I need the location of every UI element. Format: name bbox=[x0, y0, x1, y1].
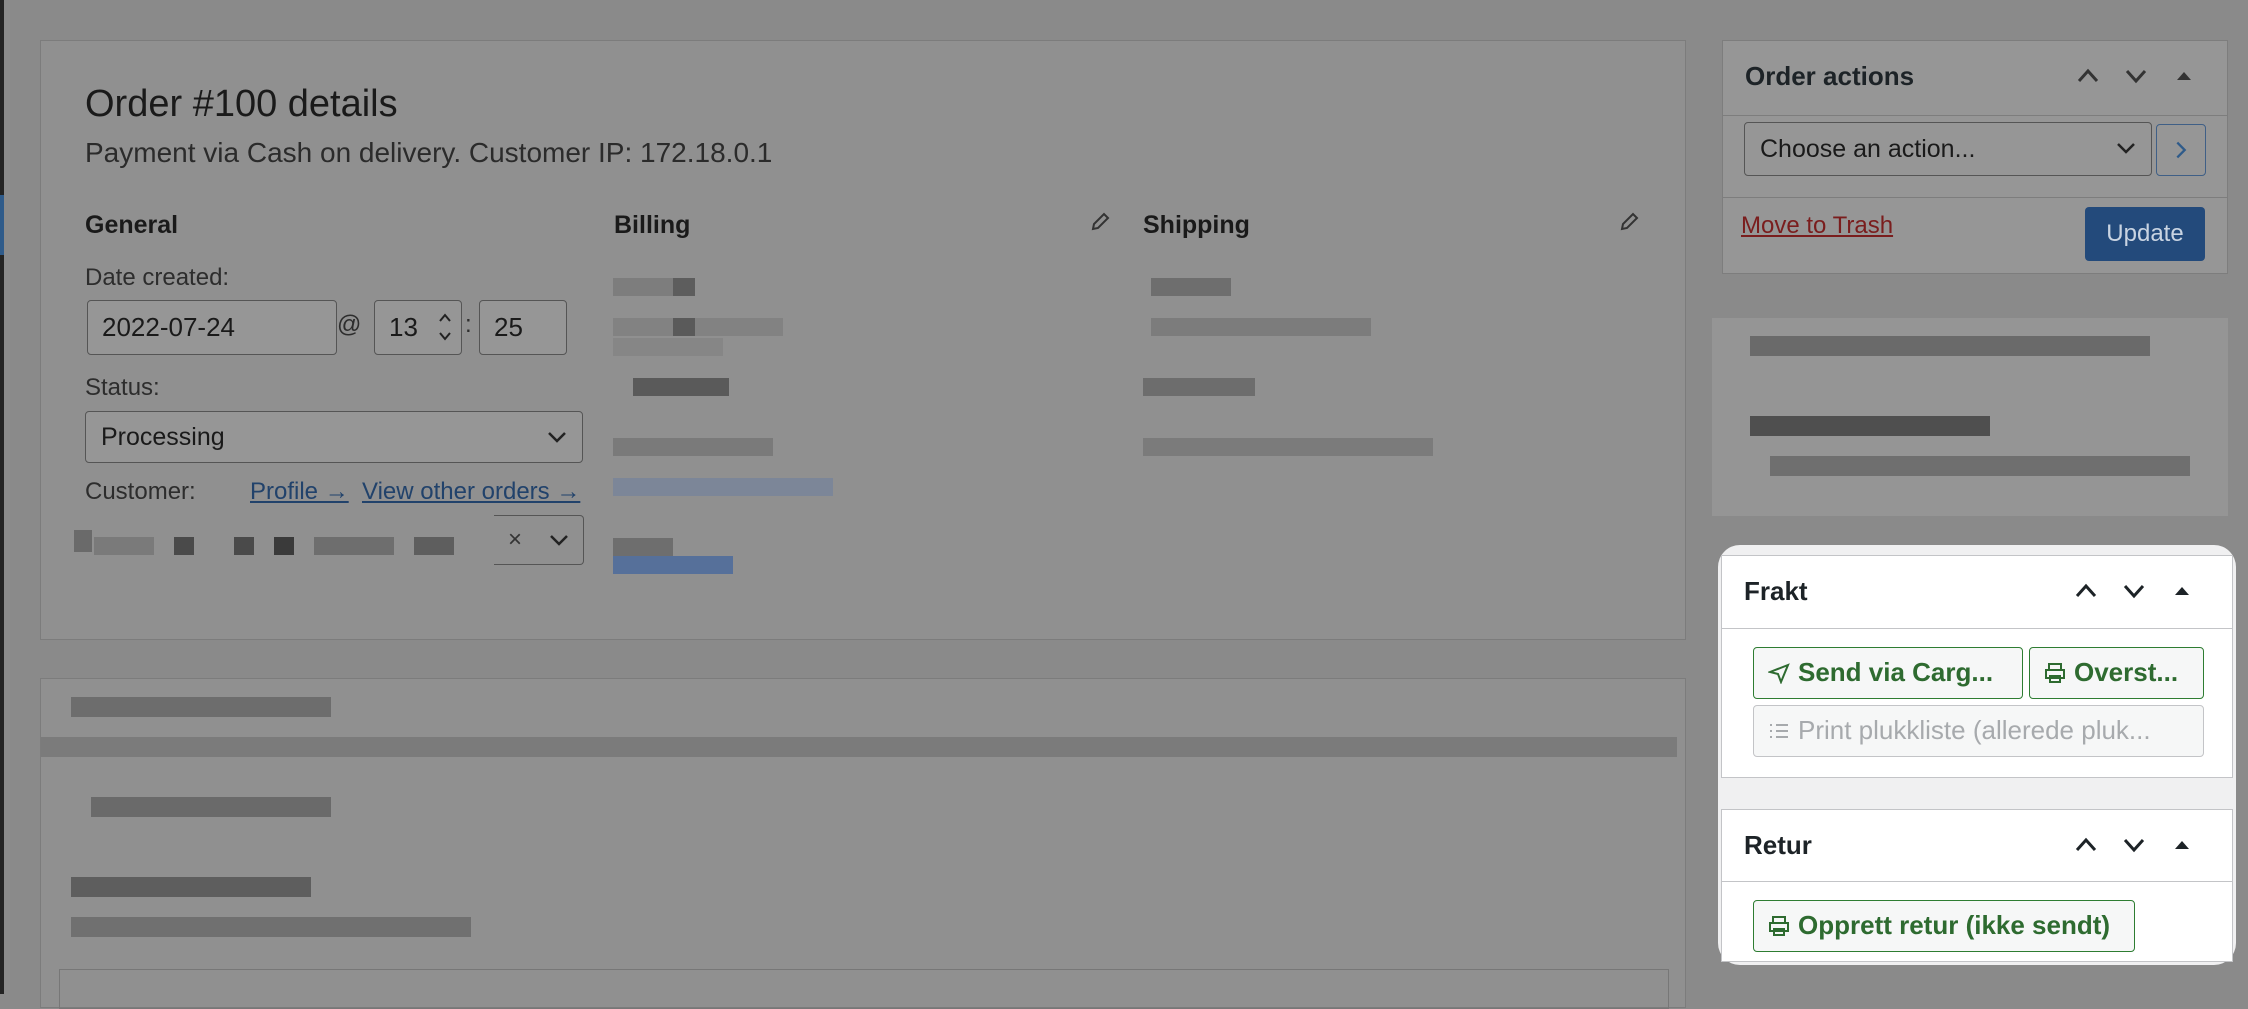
collapse-toggle-icon[interactable] bbox=[2171, 63, 2197, 89]
retur-heading: Retur bbox=[1744, 830, 1812, 860]
side-redacted bbox=[1750, 336, 2150, 356]
apply-action-button[interactable] bbox=[2156, 124, 2206, 176]
items-redacted bbox=[71, 877, 311, 897]
billing-redacted-email bbox=[613, 478, 833, 496]
customer-profile-link[interactable]: Profile → bbox=[250, 478, 349, 506]
redacted-text bbox=[234, 537, 254, 555]
divider bbox=[1723, 115, 2227, 116]
overview-button[interactable]: Overst... bbox=[2029, 647, 2204, 699]
frakt-box: Frakt Send via Carg... Overst... Print p… bbox=[1721, 555, 2233, 778]
order-subtitle: Payment via Cash on delivery. Customer I… bbox=[85, 137, 773, 168]
side-redacted bbox=[1750, 416, 1990, 436]
billing-redacted bbox=[633, 378, 729, 396]
create-return-button[interactable]: Opprett retur (ikke sendt) bbox=[1753, 900, 2135, 952]
billing-redacted bbox=[673, 278, 695, 296]
order-action-select[interactable]: Choose an action... bbox=[1744, 122, 2152, 176]
shipping-redacted bbox=[1143, 378, 1255, 396]
billing-redacted bbox=[613, 318, 783, 336]
printer-icon bbox=[2045, 663, 2065, 683]
shipping-redacted bbox=[1151, 278, 1231, 296]
admin-sidebar-edge bbox=[0, 0, 4, 994]
highlight-card: Frakt Send via Carg... Overst... Print p… bbox=[1718, 545, 2236, 965]
status-select[interactable]: Processing bbox=[85, 411, 583, 463]
list-icon bbox=[1770, 724, 1788, 738]
hour-value: 13 bbox=[389, 312, 418, 342]
hour-stepper-icon[interactable] bbox=[437, 309, 453, 345]
order-actions-heading: Order actions bbox=[1745, 61, 1915, 91]
items-redacted bbox=[71, 697, 331, 717]
order-actions-box: Order actions Choose an action... Move t… bbox=[1722, 40, 2228, 274]
minute-input[interactable]: 25 bbox=[479, 300, 567, 355]
send-via-cargonizer-button[interactable]: Send via Carg... bbox=[1753, 647, 2023, 699]
chevron-down-icon bbox=[548, 432, 566, 443]
clear-customer-icon[interactable]: × bbox=[508, 515, 522, 565]
redacted-side-box bbox=[1712, 318, 2228, 516]
items-table-edge bbox=[59, 969, 1669, 1009]
divider bbox=[1722, 881, 2232, 882]
side-redacted bbox=[1770, 456, 2190, 476]
redacted-text bbox=[174, 537, 194, 555]
status-label: Status: bbox=[85, 374, 160, 401]
chevron-down-icon bbox=[550, 535, 568, 546]
order-action-placeholder: Choose an action... bbox=[1760, 135, 1976, 163]
billing-redacted bbox=[673, 318, 695, 336]
chevron-right-icon bbox=[2176, 141, 2187, 159]
edit-billing-pencil-icon[interactable] bbox=[1089, 211, 1111, 233]
time-colon: : bbox=[465, 311, 472, 338]
move-up-icon[interactable] bbox=[2073, 832, 2099, 858]
collapse-toggle-icon[interactable] bbox=[2169, 832, 2195, 858]
move-up-icon[interactable] bbox=[2075, 63, 2101, 89]
move-down-icon[interactable] bbox=[2121, 832, 2147, 858]
paper-plane-icon bbox=[1768, 663, 1790, 684]
items-header-redacted bbox=[41, 737, 1677, 757]
customer-label: Customer: bbox=[85, 478, 196, 505]
billing-heading: Billing bbox=[614, 211, 691, 239]
items-redacted bbox=[71, 917, 471, 937]
divider bbox=[1723, 197, 2227, 198]
divider bbox=[1722, 628, 2232, 629]
date-created-label: Date created: bbox=[85, 264, 230, 291]
order-title: Order #100 details bbox=[85, 83, 398, 125]
redacted-text bbox=[74, 530, 92, 552]
view-other-orders-link[interactable]: View other orders → bbox=[362, 478, 580, 506]
update-button[interactable]: Update bbox=[2085, 207, 2205, 261]
move-down-icon[interactable] bbox=[2121, 578, 2147, 604]
chevron-down-icon bbox=[2117, 143, 2135, 154]
billing-redacted-phone bbox=[613, 556, 733, 574]
date-created-input[interactable]: 2022-07-24 bbox=[87, 300, 337, 355]
move-up-icon[interactable] bbox=[2073, 578, 2099, 604]
create-return-label: Opprett retur (ikke sendt) bbox=[1798, 910, 2111, 940]
hour-input[interactable]: 13 bbox=[374, 300, 462, 355]
general-heading: General bbox=[85, 211, 179, 239]
billing-redacted bbox=[613, 438, 773, 456]
items-redacted bbox=[91, 797, 331, 817]
customer-select[interactable]: × bbox=[63, 514, 584, 566]
order-details-panel: Order #100 details Payment via Cash on d… bbox=[40, 40, 1686, 640]
collapse-toggle-icon[interactable] bbox=[2169, 578, 2195, 604]
move-to-trash-link[interactable]: Move to Trash bbox=[1741, 212, 1893, 240]
retur-box: Retur Opprett retur (ikke sendt) bbox=[1721, 809, 2233, 962]
redacted-text bbox=[274, 537, 294, 555]
billing-redacted bbox=[613, 338, 723, 356]
redacted-text bbox=[314, 537, 394, 555]
edit-shipping-pencil-icon[interactable] bbox=[1618, 211, 1640, 233]
move-down-icon[interactable] bbox=[2123, 63, 2149, 89]
order-items-panel bbox=[40, 678, 1686, 1009]
redacted-text bbox=[414, 537, 454, 555]
status-value: Processing bbox=[101, 423, 225, 451]
billing-redacted bbox=[613, 538, 673, 556]
shipping-redacted bbox=[1143, 438, 1433, 456]
print-picklist-label: Print plukkliste (allerede pluk... bbox=[1798, 715, 2151, 745]
redacted-text bbox=[94, 537, 154, 555]
shipping-heading: Shipping bbox=[1143, 211, 1250, 239]
send-button-label: Send via Carg... bbox=[1798, 657, 1994, 687]
printer-icon bbox=[1769, 916, 1789, 936]
admin-sidebar-active-indicator bbox=[0, 195, 4, 255]
overview-button-label: Overst... bbox=[2074, 657, 2179, 687]
print-picklist-button[interactable]: Print plukkliste (allerede pluk... bbox=[1753, 705, 2204, 757]
shipping-redacted bbox=[1151, 318, 1371, 336]
frakt-heading: Frakt bbox=[1744, 576, 1808, 606]
at-separator: @ bbox=[337, 311, 362, 338]
